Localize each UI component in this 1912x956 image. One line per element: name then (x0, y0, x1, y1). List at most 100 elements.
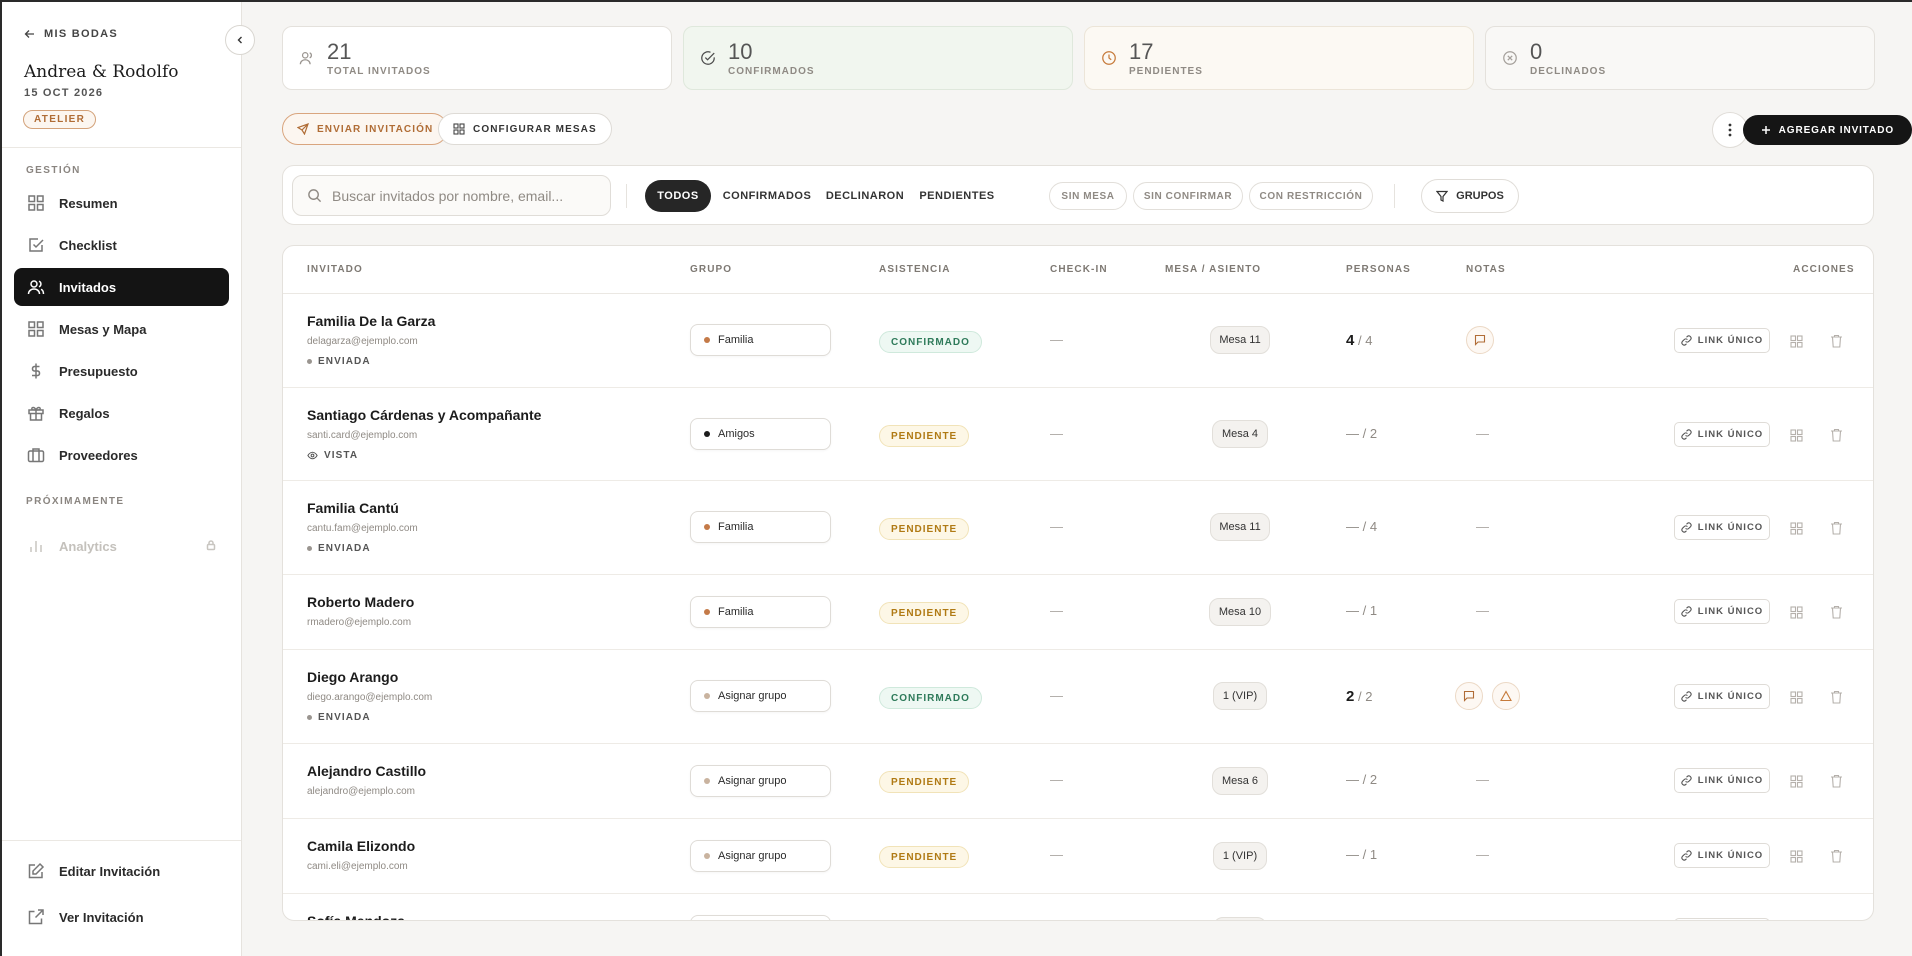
table-row[interactable]: Alejandro Castillo alejandro@ejemplo.com… (283, 744, 1873, 819)
table-row[interactable]: Roberto Madero rmadero@ejemplo.com Famil… (283, 575, 1873, 650)
tab-confirmados[interactable]: CONFIRMADOS (719, 180, 815, 212)
view-invitation-link[interactable]: Ver Invitación (14, 898, 229, 936)
seat-grid-button[interactable] (1787, 772, 1805, 790)
seat-grid-button[interactable] (1787, 426, 1805, 444)
sidebar-item-resumen[interactable]: Resumen (14, 184, 229, 222)
stat-value: 10 (728, 38, 753, 64)
seat-grid-button[interactable] (1787, 847, 1805, 865)
seat-grid-button[interactable] (1787, 603, 1805, 621)
unique-link-button[interactable]: LINK ÚNICO (1674, 328, 1770, 353)
search-icon (308, 189, 322, 203)
sidebar-item-label: Regalos (59, 405, 110, 421)
table-seat-badge[interactable]: Mesa 6 (1212, 767, 1268, 795)
seat-grid-button[interactable] (1787, 519, 1805, 537)
attendance-badge: CONFIRMADO (879, 687, 982, 709)
persons-confirmed: — (1346, 772, 1359, 787)
attendance-badge: PENDIENTE (879, 425, 970, 447)
collapse-sidebar-button[interactable] (225, 25, 255, 55)
chip-con-restriccion[interactable]: CON RESTRICCIÓN (1249, 182, 1373, 210)
stat-label: PENDIENTES (1129, 65, 1203, 77)
status-dot (307, 359, 312, 364)
persons-count: — / 2 (1346, 772, 1377, 787)
group-select[interactable]: Amigos (690, 418, 831, 450)
delete-button[interactable] (1827, 426, 1845, 444)
unique-link-button[interactable]: LINK ÚNICO (1674, 768, 1770, 793)
table-row[interactable]: Camila Elizondo cami.eli@ejemplo.com Asi… (283, 819, 1873, 894)
grid-icon (1789, 521, 1803, 535)
trash-icon (1830, 428, 1842, 442)
group-select[interactable]: Familia (690, 596, 831, 628)
delete-button[interactable] (1827, 332, 1845, 350)
grid-icon (1789, 605, 1803, 619)
search-input[interactable] (332, 187, 602, 204)
chip-sin-confirmar[interactable]: SIN CONFIRMAR (1133, 182, 1243, 210)
delete-button[interactable] (1827, 772, 1845, 790)
main-content: 21 TOTAL INVITADOS 10 CONFIRMADOS 17 PEN… (242, 2, 1912, 956)
trash-icon (1830, 774, 1842, 788)
persons-confirmed: — (1346, 603, 1359, 618)
group-select[interactable]: Asignar grupo (690, 680, 831, 712)
chip-sin-mesa[interactable]: SIN MESA (1049, 182, 1127, 210)
seat-grid-button[interactable] (1787, 688, 1805, 706)
table-seat-badge[interactable]: 1 (VIP) (1213, 682, 1267, 710)
delete-button[interactable] (1827, 603, 1845, 621)
back-to-weddings-link[interactable]: MIS BODAS (24, 28, 118, 40)
group-select[interactable]: Asignar grupo (690, 765, 831, 797)
unique-link-button[interactable]: LINK ÚNICO (1674, 515, 1770, 540)
configure-tables-button[interactable]: CONFIGURAR MESAS (438, 113, 612, 145)
arrow-left-icon (24, 30, 34, 38)
table-row[interactable]: Sofía Mendoza (283, 894, 1873, 920)
unique-link-button[interactable] (1674, 918, 1770, 920)
group-select[interactable]: Familia (690, 511, 831, 543)
sidebar-item-label: Analytics (59, 538, 117, 554)
sidebar-item-checklist[interactable]: Checklist (14, 226, 229, 264)
table-seat-badge[interactable]: Mesa 10 (1209, 598, 1271, 626)
seat-grid-button[interactable] (1787, 332, 1805, 350)
group-select[interactable]: Asignar grupo (690, 840, 831, 872)
unique-link-button[interactable]: LINK ÚNICO (1674, 843, 1770, 868)
groups-filter-button[interactable]: GRUPOS (1421, 179, 1519, 213)
delete-button[interactable] (1827, 688, 1845, 706)
note-button[interactable] (1455, 682, 1483, 710)
unique-link-button[interactable]: LINK ÚNICO (1674, 599, 1770, 624)
note-button[interactable] (1466, 326, 1494, 354)
add-guest-button[interactable]: AGREGAR INVITADO (1742, 115, 1912, 145)
external-link-icon (28, 909, 44, 925)
send-invitation-button[interactable]: ENVIAR INVITACIÓN (282, 113, 449, 145)
table-row[interactable]: Diego Arango diego.arango@ejemplo.com EN… (283, 650, 1873, 744)
tab-pendientes[interactable]: PENDIENTES (915, 180, 999, 212)
unique-link-button[interactable]: LINK ÚNICO (1674, 684, 1770, 709)
checkin-value: — (1050, 426, 1063, 441)
sidebar: MIS BODAS Andrea & Rodolfo 15 OCT 2026 A… (2, 2, 255, 956)
sidebar-item-presupuesto[interactable]: Presupuesto (14, 352, 229, 390)
edit-invitation-link[interactable]: Editar Invitación (14, 852, 229, 890)
table-seat-badge[interactable]: Mesa 11 (1210, 326, 1270, 354)
sidebar-item-mesas[interactable]: Mesas y Mapa (14, 310, 229, 348)
link-icon (1681, 335, 1692, 346)
column-header-acciones: ACCIONES (1793, 264, 1855, 275)
group-select[interactable]: Familia (690, 324, 831, 356)
table-seat-badge[interactable]: Mesa 4 (1212, 420, 1268, 448)
tab-todos[interactable]: TODOS (645, 180, 711, 212)
unique-link-button[interactable]: LINK ÚNICO (1674, 422, 1770, 447)
tab-declinaron[interactable]: DECLINARON (823, 180, 907, 212)
sidebar-item-invitados[interactable]: Invitados (14, 268, 229, 306)
delete-button[interactable] (1827, 519, 1845, 537)
edit-invitation-label: Editar Invitación (59, 863, 161, 879)
table-seat-badge[interactable]: Mesa 11 (1210, 513, 1270, 541)
table-row[interactable]: Familia Cantú cantu.fam@ejemplo.com ENVI… (283, 481, 1873, 575)
sidebar-item-proveedores[interactable]: Proveedores (14, 436, 229, 474)
restriction-warning-button[interactable] (1492, 682, 1520, 710)
notes-value: — (1476, 772, 1489, 787)
link-icon (1681, 775, 1692, 786)
sidebar-item-regalos[interactable]: Regalos (14, 394, 229, 432)
guest-email: delagarza@ejemplo.com (307, 336, 418, 347)
table-seat-badge[interactable] (1213, 917, 1267, 920)
stat-value: 17 (1129, 38, 1154, 64)
delete-button[interactable] (1827, 847, 1845, 865)
group-select[interactable] (690, 915, 831, 920)
table-row[interactable]: Santiago Cárdenas y Acompañante santi.ca… (283, 388, 1873, 481)
table-row[interactable]: Familia De la Garza delagarza@ejemplo.co… (283, 294, 1873, 388)
persons-total: / 4 (1357, 333, 1373, 348)
table-seat-badge[interactable]: 1 (VIP) (1213, 842, 1267, 870)
